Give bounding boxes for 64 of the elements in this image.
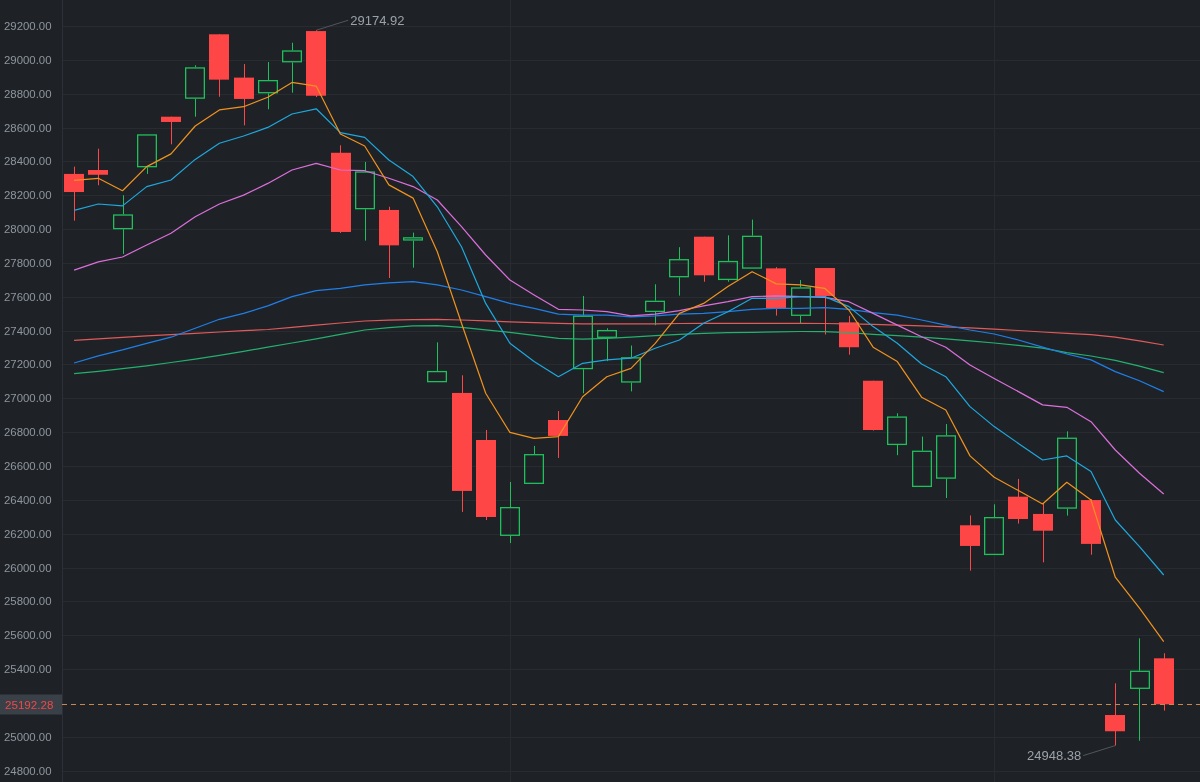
price-axis-label: 28200.00 [4, 189, 52, 202]
leader-line [315, 19, 349, 31]
price-axis-label: 28000.00 [4, 223, 52, 236]
candlestick [161, 116, 181, 145]
candlestick [500, 481, 520, 544]
candlestick [645, 283, 665, 326]
price-axis-label: 24800.00 [4, 764, 52, 777]
price-axis-label: 25600.00 [4, 629, 52, 642]
price-axis-label: 26200.00 [4, 527, 52, 540]
candlestick [282, 42, 302, 94]
leader-line [1082, 745, 1116, 757]
low-price-label: 24948.38 [1027, 748, 1082, 764]
candlestick [88, 148, 108, 186]
candlestick [306, 29, 326, 98]
price-axis-label: 28800.00 [4, 87, 52, 100]
candlestick [403, 232, 423, 269]
price-axis-label: 27200.00 [4, 358, 52, 371]
ref-line-label: 25192.28 [5, 698, 54, 711]
candlestick [1008, 478, 1028, 525]
candlestick [718, 234, 738, 283]
candlestick [791, 279, 811, 324]
candlestick [258, 61, 278, 110]
price-axis-label: 28400.00 [4, 155, 52, 168]
price-axis-label: 27800.00 [4, 256, 52, 269]
candlestick [984, 503, 1004, 556]
candlestick [524, 445, 544, 485]
price-axis-label: 26000.00 [4, 561, 52, 574]
candlestick [185, 64, 205, 118]
price-axis-label: 27000.00 [4, 392, 52, 405]
price-axis-label: 29000.00 [4, 53, 52, 66]
price-axis-label: 28600.00 [4, 121, 52, 134]
high-price-label: 29174.92 [350, 12, 405, 28]
candlestick [694, 236, 714, 283]
price-axis-label: 27600.00 [4, 290, 52, 303]
candlestick [427, 341, 447, 383]
candlestick [815, 267, 835, 336]
candlestick [1081, 498, 1101, 556]
current-price-tag: 25192.28 [0, 694, 62, 715]
candlestick [960, 514, 980, 572]
candlestick [137, 133, 157, 175]
price-axis-label: 29200.00 [4, 20, 52, 32]
candlestick [234, 63, 254, 126]
candlestick [113, 194, 133, 255]
candlestick [887, 412, 907, 456]
candlestick [839, 315, 859, 356]
candlestick [669, 246, 689, 297]
price-axis-label: 25400.00 [4, 663, 52, 676]
price-axis-label: 25800.00 [4, 595, 52, 608]
candlestick [1105, 682, 1125, 747]
price-axis-label: 25000.00 [4, 730, 52, 743]
price-axis-label: 26800.00 [4, 426, 52, 439]
candlestick [742, 219, 762, 270]
candlestick [64, 166, 84, 222]
candlestick [863, 380, 883, 431]
price-axis-label: 26600.00 [4, 460, 52, 473]
price-axis-label: 26400.00 [4, 493, 52, 506]
candlestick [1033, 502, 1053, 563]
candlestick [621, 345, 641, 392]
candlestick [209, 33, 229, 98]
candlestick [1154, 652, 1174, 712]
price-axis-label: 27400.00 [4, 324, 52, 337]
candlestick [912, 436, 932, 488]
candlestick [597, 327, 617, 362]
candlestick [548, 410, 568, 459]
